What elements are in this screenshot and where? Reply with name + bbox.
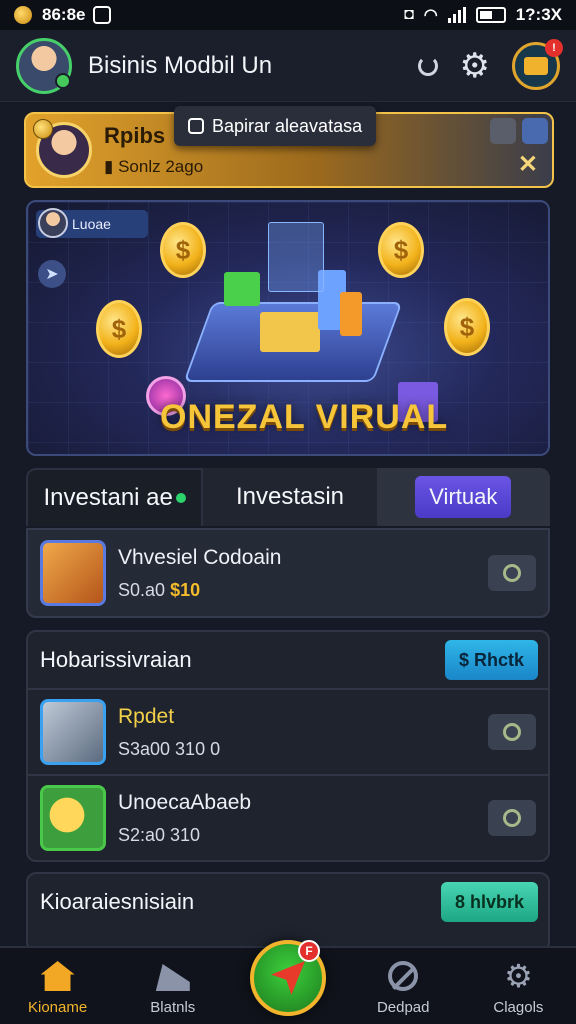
- status-battery-text: 1?:3X: [515, 5, 562, 24]
- promo-subtitle: ▮ Sonlz 2ago: [104, 157, 204, 176]
- featured-item-card: Vhvesiel Codoain S0.a0 $10: [26, 528, 550, 618]
- tab-investani[interactable]: Investani ae: [26, 468, 204, 526]
- hero-block-yellow: [260, 312, 320, 352]
- user-avatar[interactable]: [16, 37, 72, 94]
- stats-icon: [155, 964, 190, 991]
- tab-virtuak[interactable]: Virtuak: [376, 468, 550, 526]
- promo-banner[interactable]: Rpibs ▮ Sonlz 2ago Bapirar aleavatasa ✕: [24, 106, 554, 188]
- vibrate-icon: ◘: [404, 6, 414, 23]
- ring-icon: [503, 809, 521, 827]
- dollar-coin-icon: $: [378, 222, 424, 278]
- list-item[interactable]: Vhvesiel Codoain S0.a0 $10: [28, 530, 548, 616]
- tab-bar: Investani ae Investasin Virtuak: [26, 468, 550, 526]
- rocket-icon: [271, 961, 305, 995]
- wifi-icon: ◠: [423, 7, 438, 24]
- section-title: Kioaraiesnisiain: [40, 889, 195, 914]
- online-status-icon: [55, 72, 71, 89]
- home-icon: [40, 961, 75, 991]
- coin-notification-icon: [14, 6, 32, 24]
- launch-button[interactable]: F: [250, 940, 326, 1016]
- hero-banner[interactable]: Luoae ➤ $ $ $ $ ONEZAL VIRUAL: [26, 200, 550, 456]
- section-action-button[interactable]: 8 hlvbrk: [440, 882, 538, 922]
- section-title: Hobarissivraian: [40, 647, 192, 672]
- tab-virtuak-label: Virtuak: [415, 476, 512, 518]
- notification-icon: [93, 6, 112, 24]
- coin-icon: [33, 119, 53, 139]
- item-meta: S3a00 310 0: [118, 738, 221, 759]
- promo-info-button[interactable]: [490, 118, 516, 144]
- robot-thumbnail: [40, 699, 106, 765]
- gear-icon: ⚙: [504, 958, 533, 994]
- dollar-coin-icon: $: [160, 222, 206, 278]
- download-icon: [388, 961, 419, 991]
- chip-avatar: [38, 208, 68, 238]
- status-time: 86:8e: [42, 5, 86, 24]
- item-meta: S2:a0 310: [118, 824, 201, 845]
- item-meta: S0.a0 $10: [118, 579, 201, 600]
- ring-icon: [503, 723, 521, 741]
- notification-badge: !: [545, 38, 563, 57]
- promo-puzzle-button[interactable]: [522, 118, 548, 144]
- nav-download[interactable]: Dedpad: [346, 948, 461, 1024]
- section-action-button[interactable]: $ Rhctk: [444, 640, 538, 680]
- hero-block-orange: [340, 292, 362, 336]
- battery-icon: [475, 7, 506, 23]
- nav-stats[interactable]: Blatnls: [115, 948, 230, 1024]
- gear-icon[interactable]: ⚙: [460, 49, 490, 83]
- close-icon[interactable]: ✕: [518, 150, 538, 179]
- active-dot-icon: [175, 493, 186, 503]
- item-title: UnoecaAbaeb: [118, 790, 252, 814]
- tooltip-text: Bapirar aleavatasa: [212, 115, 363, 136]
- hero-block-green: [224, 272, 260, 306]
- coins-thumbnail: [40, 785, 106, 851]
- ring-icon: [503, 564, 521, 582]
- nav-home[interactable]: Kioname: [0, 948, 115, 1024]
- send-icon[interactable]: ➤: [38, 260, 66, 288]
- item-title: Vhvesiel Codoain: [118, 545, 282, 569]
- item-thumbnail: [40, 540, 106, 606]
- chip-label: Luoae: [72, 216, 111, 232]
- dollar-coin-icon: $: [444, 298, 490, 356]
- hero-screen-panel: [268, 222, 324, 292]
- hero-title: ONEZAL VIRUAL: [160, 398, 449, 436]
- status-bar: 86:8e ◘ ◠ 1?:3X: [0, 0, 576, 30]
- hero-user-chip[interactable]: Luoae: [36, 208, 148, 238]
- promo-tooltip: Bapirar aleavatasa: [174, 106, 377, 146]
- item-action-button[interactable]: [488, 800, 536, 836]
- app-header: Bisinis Modbil Un ⚙ !: [0, 30, 576, 102]
- item-action-button[interactable]: [488, 714, 536, 750]
- dollar-coin-icon: $: [96, 300, 142, 358]
- item-title: Rpdet: [118, 704, 175, 728]
- nav-settings[interactable]: ⚙ Clagols: [461, 948, 576, 1024]
- list-item[interactable]: UnoecaAbaeb S2:a0 310: [28, 774, 548, 860]
- section-hobarissivraian: Hobarissivraian $ Rhctk Rpdet S3a00 310 …: [26, 630, 550, 862]
- tab-investasin[interactable]: Investasin: [203, 468, 376, 526]
- signal-icon: [447, 7, 466, 23]
- chart-icon: [524, 56, 548, 75]
- list-item[interactable]: Rpdet S3a00 310 0: [28, 688, 548, 774]
- shield-icon: [188, 118, 204, 134]
- refresh-icon[interactable]: [417, 55, 438, 76]
- page-title: Bisinis Modbil Un: [88, 51, 273, 79]
- wallet-button[interactable]: !: [512, 38, 563, 90]
- promo-avatar: [33, 119, 92, 178]
- item-action-button[interactable]: [488, 555, 536, 591]
- fab-badge: F: [298, 940, 320, 962]
